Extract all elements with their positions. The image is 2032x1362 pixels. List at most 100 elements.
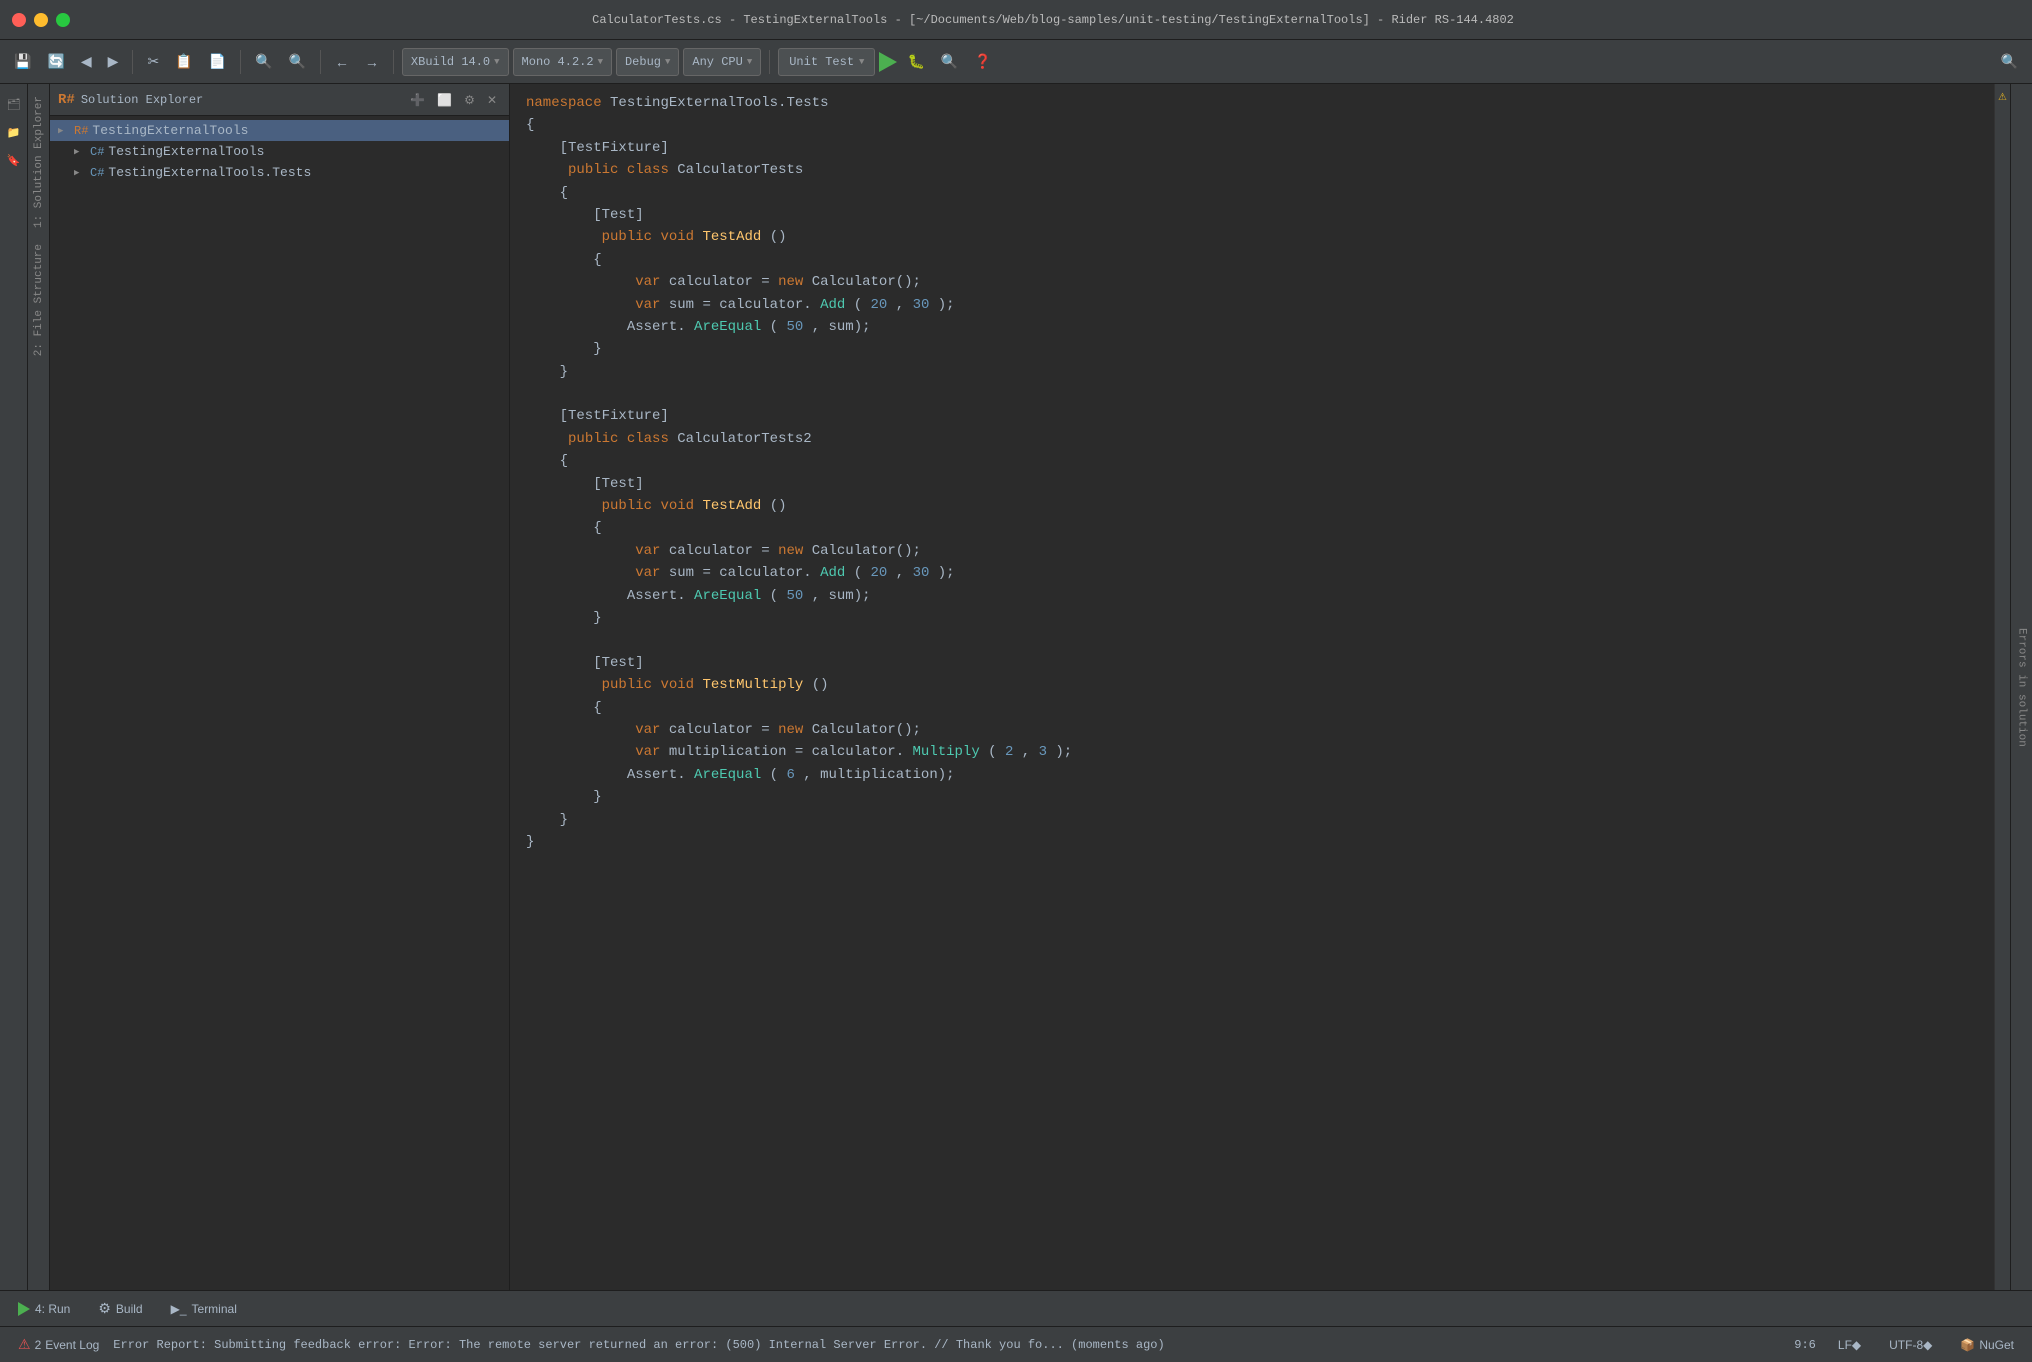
run-panel-button[interactable]: 4: Run xyxy=(12,1299,76,1319)
tree-root-label: TestingExternalTools xyxy=(92,123,248,138)
paste-button[interactable]: 📄 xyxy=(203,49,232,74)
refresh-button[interactable]: 🔄 xyxy=(41,49,70,74)
code-line-1: namespace TestingExternalTools.Tests xyxy=(526,92,1978,114)
expand-arrow-icon: ▶ xyxy=(58,126,70,136)
sidebar-tab-bookmarks[interactable]: 🔖 xyxy=(2,148,26,172)
build-config-dropdown[interactable]: XBuild 14.0 ▼ xyxy=(402,48,509,76)
editor-scrollbar[interactable]: ⚠ xyxy=(1994,84,2010,1290)
sidebar-tab-solution[interactable]: 🗂 xyxy=(2,92,26,116)
code-line-30: var multiplication = calculator. Multipl… xyxy=(526,741,1978,763)
code-editor[interactable]: namespace TestingExternalTools.Tests { [… xyxy=(510,84,1994,1290)
cursor-position: 9:6 xyxy=(1794,1338,1816,1352)
chevron-down-icon-3: ▼ xyxy=(665,57,670,67)
event-log-button[interactable]: ⚠ 2 Event Log xyxy=(12,1334,105,1355)
statusbar-right: 9:6 LF◆ UTF-8◆ 📦 NuGet xyxy=(1794,1336,2020,1354)
solution-icon: R# xyxy=(74,124,88,138)
terminal-icon: ▶_ xyxy=(171,1302,187,1316)
nav-back-button[interactable]: ← xyxy=(329,50,355,74)
forward-button[interactable]: ▶ xyxy=(102,49,125,74)
chevron-down-icon-5: ▼ xyxy=(859,57,864,67)
titlebar: CalculatorTests.cs - TestingExternalTool… xyxy=(0,0,2032,40)
vertical-tab-area: 1: Solution Explorer 2: File Structure xyxy=(28,84,50,1290)
build-config-label: XBuild 14.0 xyxy=(411,55,490,69)
tree-item-project-2[interactable]: ▶ C# TestingExternalTools.Tests xyxy=(50,162,509,183)
nuget-button[interactable]: 📦 NuGet xyxy=(1954,1336,2020,1354)
code-line-22: var sum = calculator. Add ( 20 , 30 ); xyxy=(526,562,1978,584)
toolbar: 💾 🔄 ◀ ▶ ✂ 📋 📄 🔍 🔍 ← → XBuild 14.0 ▼ Mono… xyxy=(0,40,2032,84)
code-content: namespace TestingExternalTools.Tests { [… xyxy=(510,92,1994,853)
code-line-29: var calculator = new Calculator(); xyxy=(526,719,1978,741)
code-line-4: public class CalculatorTests xyxy=(526,159,1978,181)
solution-explorer-title: Solution Explorer xyxy=(81,93,400,107)
tree-item-root[interactable]: ▶ R# TestingExternalTools xyxy=(50,120,509,141)
maximize-button[interactable] xyxy=(56,13,70,27)
terminal-panel-label: Terminal xyxy=(192,1302,237,1316)
tree-item-project-1[interactable]: ▶ C# TestingExternalTools xyxy=(50,141,509,162)
code-line-7: public void TestAdd () xyxy=(526,226,1978,248)
nav-forward-button[interactable]: → xyxy=(359,50,385,74)
code-line-27: public void TestMultiply () xyxy=(526,674,1978,696)
separator-3 xyxy=(320,50,321,74)
settings-button[interactable]: ⚙ xyxy=(460,91,479,109)
solution-header-actions: ➕ ⬜ ⚙ ✕ xyxy=(406,91,501,109)
code-line-17: { xyxy=(526,450,1978,472)
encoding-label: UTF-8◆ xyxy=(1889,1338,1932,1352)
help-button[interactable]: ❓ xyxy=(968,49,997,74)
search-button[interactable]: 🔍 xyxy=(935,49,964,74)
zoom-in-button[interactable]: 🔍 xyxy=(249,49,278,74)
code-line-24: } xyxy=(526,607,1978,629)
solution-explorer-tab[interactable]: 1: Solution Explorer xyxy=(31,88,47,236)
main-content: 🗂 📁 🔖 1: Solution Explorer 2: File Struc… xyxy=(0,84,2032,1290)
close-button[interactable] xyxy=(12,13,26,27)
encoding-button[interactable]: UTF-8◆ xyxy=(1883,1336,1938,1354)
event-log-label: Event Log xyxy=(45,1338,99,1352)
code-line-20: { xyxy=(526,517,1978,539)
minimize-button[interactable] xyxy=(34,13,48,27)
run-button[interactable] xyxy=(879,52,897,72)
csharp-tests-icon: C# xyxy=(90,166,104,180)
separator-2 xyxy=(240,50,241,74)
file-structure-tab[interactable]: 2: File Structure xyxy=(31,236,47,364)
solution-tree: ▶ R# TestingExternalTools ▶ C# TestingEx… xyxy=(50,116,509,1290)
solution-explorer-header: R# Solution Explorer ➕ ⬜ ⚙ ✕ xyxy=(50,84,509,116)
separator-5 xyxy=(769,50,770,74)
code-line-14 xyxy=(526,383,1978,405)
errors-in-solution-sidebar[interactable]: Errors in solution xyxy=(2010,84,2032,1290)
global-search-button[interactable]: 🔍 xyxy=(1995,49,2024,74)
zoom-out-button[interactable]: 🔍 xyxy=(282,49,311,74)
mono-version-label: Mono 4.2.2 xyxy=(522,55,594,69)
back-button[interactable]: ◀ xyxy=(75,49,98,74)
debug-mode-dropdown[interactable]: Debug ▼ xyxy=(616,48,679,76)
code-line-28: { xyxy=(526,697,1978,719)
chevron-down-icon: ▼ xyxy=(494,57,499,67)
cut-button[interactable]: ✂ xyxy=(141,49,165,74)
code-line-25 xyxy=(526,629,1978,651)
cpu-label: Any CPU xyxy=(692,55,742,69)
nuget-label: NuGet xyxy=(1979,1338,2014,1352)
close-panel-button[interactable]: ✕ xyxy=(483,91,501,109)
line-feed-button[interactable]: LF◆ xyxy=(1832,1336,1867,1354)
mono-version-dropdown[interactable]: Mono 4.2.2 ▼ xyxy=(513,48,612,76)
debug-mode-label: Debug xyxy=(625,55,661,69)
csharp-project-icon: C# xyxy=(90,145,104,159)
debug-run-button[interactable]: 🐛 xyxy=(901,49,930,74)
build-panel-label: Build xyxy=(116,1302,143,1316)
save-button[interactable]: 💾 xyxy=(8,49,37,74)
add-item-button[interactable]: ➕ xyxy=(406,91,429,109)
copy-button[interactable]: 📋 xyxy=(169,49,198,74)
build-panel-button[interactable]: ⚙ Build xyxy=(92,1297,148,1320)
collapse-button[interactable]: ⬜ xyxy=(433,91,456,109)
code-line-8: { xyxy=(526,249,1978,271)
cpu-dropdown[interactable]: Any CPU ▼ xyxy=(683,48,761,76)
unit-test-dropdown[interactable]: Unit Test ▼ xyxy=(778,48,875,76)
unit-test-label: Unit Test xyxy=(789,55,854,69)
code-line-13: } xyxy=(526,361,1978,383)
separator-4 xyxy=(393,50,394,74)
solution-explorer-panel: R# Solution Explorer ➕ ⬜ ⚙ ✕ ▶ R# Testin… xyxy=(50,84,510,1290)
status-error-text: Error Report: Submitting feedback error:… xyxy=(113,1338,1786,1352)
terminal-panel-button[interactable]: ▶_ Terminal xyxy=(165,1299,243,1319)
code-line-10: var sum = calculator. Add ( 20 , 30 ); xyxy=(526,294,1978,316)
run-panel-label: 4: Run xyxy=(35,1302,70,1316)
sidebar-tab-files[interactable]: 📁 xyxy=(2,120,26,144)
statusbar: ⚠ 2 Event Log Error Report: Submitting f… xyxy=(0,1326,2032,1362)
